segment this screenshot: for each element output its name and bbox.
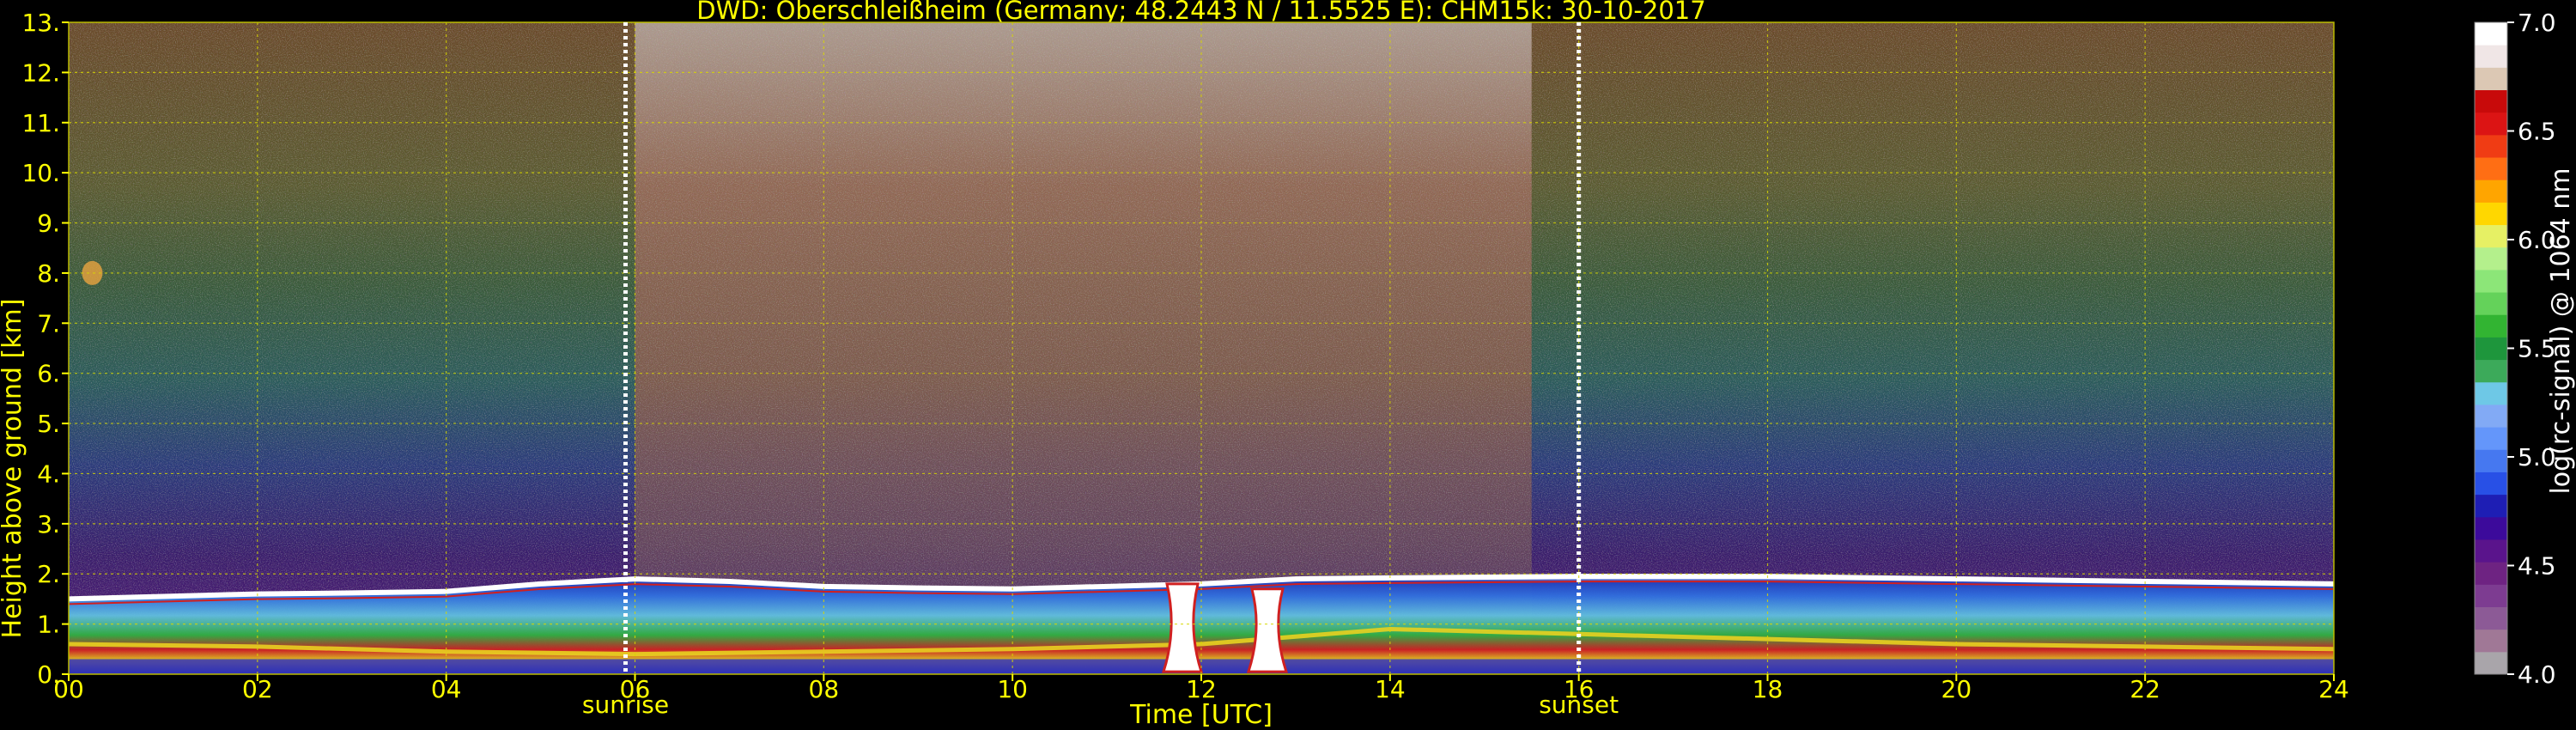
- x-tick-label: 08: [809, 675, 840, 703]
- y-axis-title: Height above ground [km]: [0, 299, 27, 639]
- x-tick-label: 20: [1941, 675, 1972, 703]
- y-tick-label: 1.: [37, 611, 60, 639]
- colorbar-segment: [2475, 651, 2507, 675]
- y-tick-label: 13.: [21, 9, 60, 37]
- colorbar-segment: [2475, 427, 2507, 450]
- lidar-chart: DWD: Oberschleißheim (Germany; 48.2443 N…: [0, 0, 2576, 730]
- x-tick-label: 22: [2129, 675, 2160, 703]
- y-tick-label: 9.: [37, 210, 60, 238]
- colorbar-title: log(rc-signal) @ 1064 nm: [2546, 167, 2576, 494]
- colorbar-segment: [2475, 471, 2507, 496]
- colorbar-segment: [2475, 157, 2507, 180]
- y-tick-label: 3.: [37, 510, 60, 538]
- colorbar-segment: [2475, 404, 2507, 428]
- colorbar-segment: [2475, 606, 2507, 630]
- chart-title: DWD: Oberschleißheim (Germany; 48.2443 N…: [696, 0, 1705, 25]
- colorbar-tick-label: 4.0: [2518, 660, 2556, 689]
- colorbar-segment: [2475, 562, 2507, 585]
- colorbar-tick-label: 6.5: [2518, 118, 2556, 146]
- y-tick-label: 8.: [37, 259, 60, 288]
- colorbar-segment: [2475, 314, 2507, 338]
- colorbar-segment: [2475, 134, 2507, 158]
- y-tick-label: 6.: [37, 360, 60, 388]
- x-tick-label: 02: [242, 675, 273, 703]
- x-tick-label: 06: [620, 675, 651, 703]
- x-tick-label: 18: [1753, 675, 1783, 703]
- x-tick-label: 00: [53, 675, 84, 703]
- colorbar-tick-label: 7.0: [2518, 9, 2556, 37]
- y-axis-ticks: 0.1.2.3.4.5.6.7.8.9.10.11.12.13.: [21, 9, 69, 689]
- y-tick-label: 11.: [21, 109, 60, 137]
- colorbar-segment: [2475, 538, 2507, 563]
- x-axis-ticks: 00 02 04 06 08 10 12 14 16 18 20 22 24: [53, 674, 2349, 703]
- colorbar-segment: [2475, 292, 2507, 315]
- x-tick-label: 14: [1375, 675, 1406, 703]
- x-tick-label: 24: [2318, 675, 2349, 703]
- colorbar-segment: [2475, 179, 2507, 203]
- colorbar-segment: [2475, 202, 2507, 226]
- colorbar-tick-label: 4.5: [2518, 552, 2556, 581]
- y-tick-label: 4.: [37, 459, 60, 488]
- colorbar-segment: [2475, 516, 2507, 540]
- x-tick-label: 04: [431, 675, 462, 703]
- x-tick-label: 10: [997, 675, 1028, 703]
- colorbar-segment: [2475, 584, 2507, 607]
- colorbar-segment: [2475, 22, 2507, 46]
- colorbar-segment: [2475, 45, 2507, 68]
- y-tick-label: 5.: [37, 410, 60, 438]
- colorbar-segment: [2475, 449, 2507, 472]
- colorbar-segment: [2475, 112, 2507, 136]
- colorbar-segment: [2475, 381, 2507, 405]
- colorbar-segment: [2475, 246, 2507, 271]
- y-tick-label: 10.: [21, 159, 60, 187]
- y-tick-label: 7.: [37, 309, 60, 338]
- colorbar-segment: [2475, 269, 2507, 293]
- colorbar-segment: [2475, 89, 2507, 113]
- x-axis-title: Time [UTC]: [1129, 700, 1273, 730]
- colorbar-segment: [2475, 67, 2507, 91]
- y-tick-label: 2.: [37, 560, 60, 588]
- x-tick-label: 16: [1564, 675, 1595, 703]
- colorbar-segment: [2475, 337, 2507, 361]
- colorbar-segment: [2475, 224, 2507, 248]
- y-tick-label: 12.: [21, 58, 60, 87]
- colorbar-segment: [2475, 629, 2507, 653]
- colorbar-segment: [2475, 359, 2507, 383]
- colorbar: 4.04.55.05.56.06.57.0: [2474, 9, 2556, 689]
- colorbar-segment: [2475, 494, 2507, 518]
